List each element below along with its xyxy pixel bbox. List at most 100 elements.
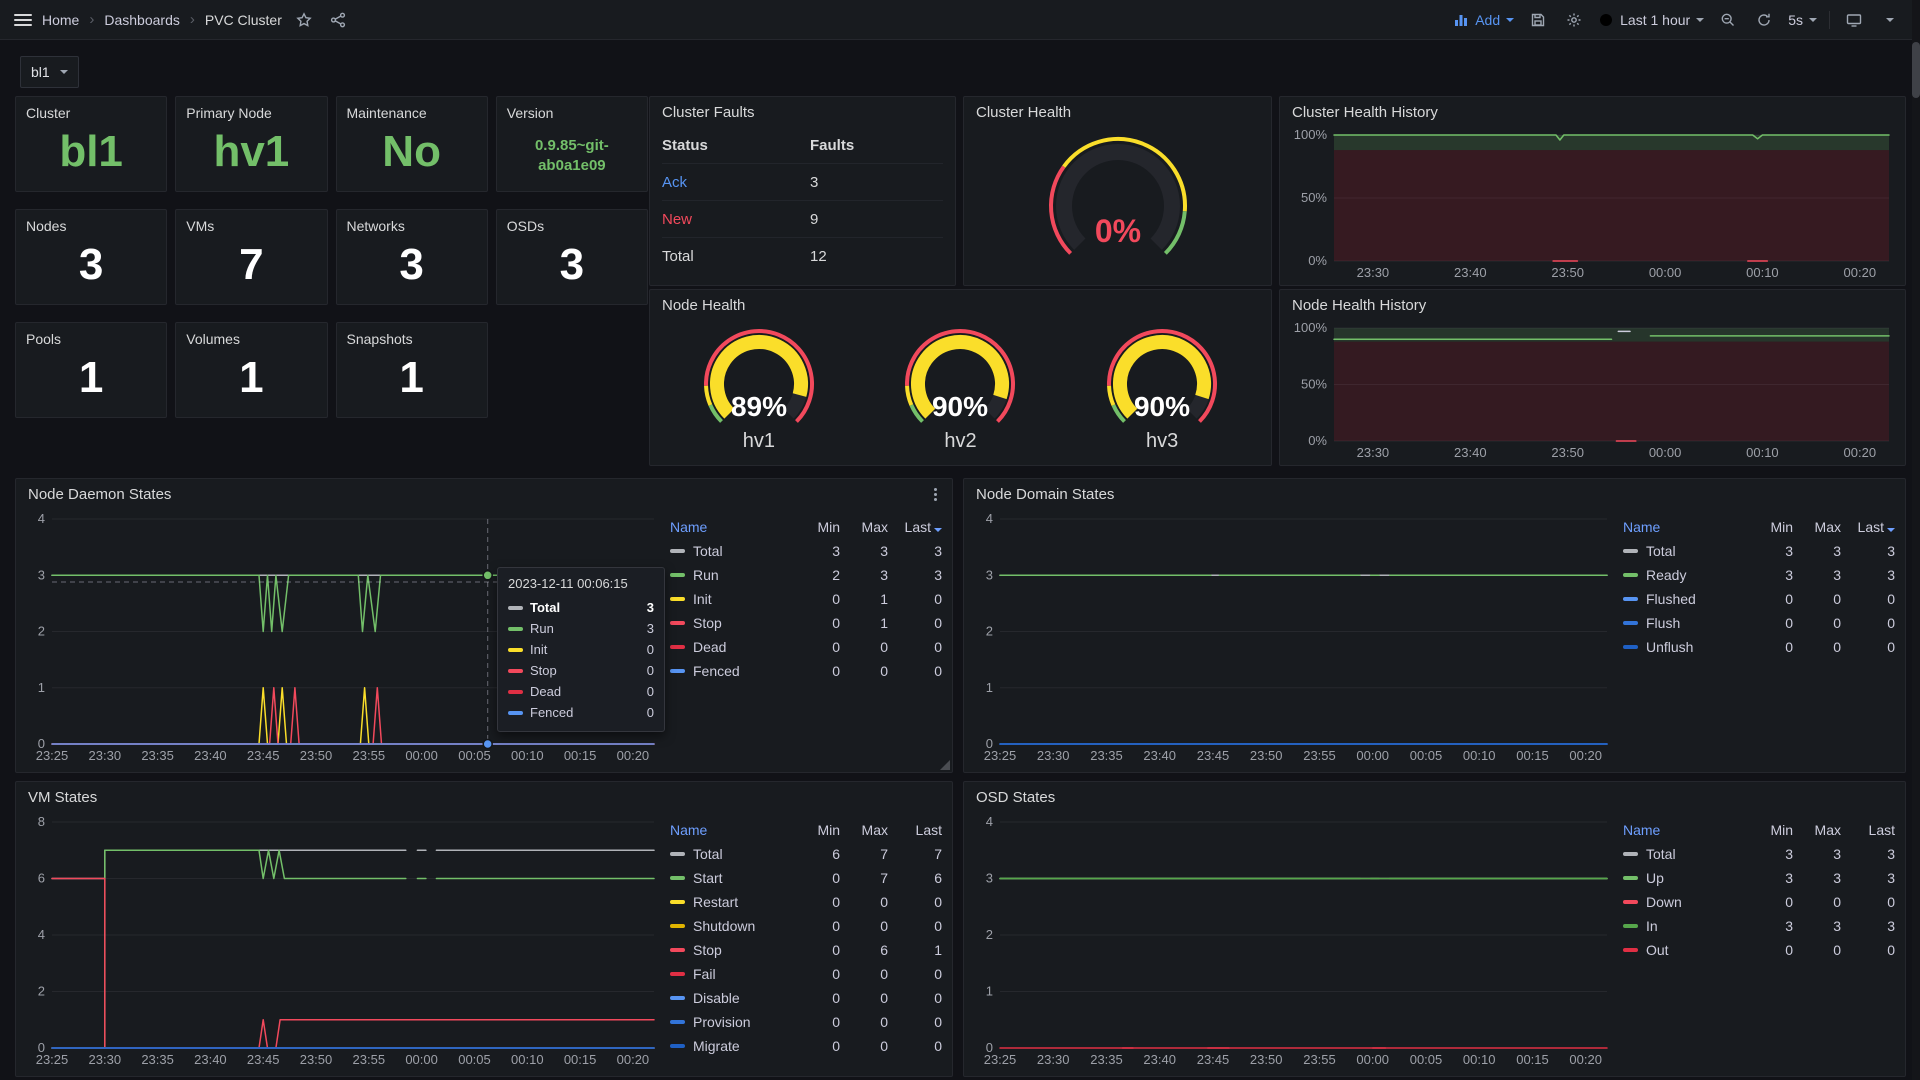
panel-title[interactable]: Node Domain States: [964, 479, 1905, 509]
breadcrumb-separator: ›: [89, 11, 94, 28]
legend-row-total[interactable]: Total677: [670, 842, 942, 866]
fault-status[interactable]: New: [662, 211, 810, 228]
tooltip-row-init: Init0: [508, 639, 654, 660]
legend-row-stop[interactable]: Stop061: [670, 938, 942, 962]
legend-row-unflush[interactable]: Unflush000: [1623, 635, 1895, 659]
panel-title[interactable]: Cluster Health History: [1280, 97, 1905, 127]
legend-col-last[interactable]: Last: [1841, 519, 1895, 535]
stat-panel-vms: VMs7: [175, 209, 327, 305]
svg-text:4: 4: [38, 511, 45, 526]
legend-row-down[interactable]: Down000: [1623, 890, 1895, 914]
legend-row-run[interactable]: Run233: [670, 563, 942, 587]
stat-title[interactable]: Version: [497, 97, 647, 121]
svg-text:50%: 50%: [1301, 190, 1327, 205]
svg-text:23:25: 23:25: [36, 748, 69, 763]
zoom-out-icon[interactable]: [1716, 8, 1740, 32]
panel-menu-icon[interactable]: [926, 485, 944, 503]
stat-panel-primary-node: Primary Nodehv1: [175, 96, 327, 192]
save-dashboard-icon[interactable]: [1526, 8, 1550, 32]
legend-col-min[interactable]: Min: [1745, 519, 1793, 535]
add-button[interactable]: Add: [1453, 12, 1514, 28]
legend-col-max[interactable]: Max: [1793, 822, 1841, 838]
panel-title[interactable]: Node Health: [650, 290, 1271, 320]
star-icon[interactable]: [292, 8, 316, 32]
gauge: 90%: [875, 326, 1045, 432]
refresh-icon[interactable]: [1752, 8, 1776, 32]
scrollbar-thumb[interactable]: [1912, 42, 1920, 98]
panel-title[interactable]: Node Daemon States: [16, 479, 952, 509]
legend-col-min[interactable]: Min: [792, 519, 840, 535]
menu-icon[interactable]: [14, 14, 32, 26]
chart-svg[interactable]: 0%50%100%23:3023:4023:5000:0000:1000:20: [1288, 320, 1897, 461]
vm-states-chart[interactable]: 0246823:2523:3023:3523:4023:4523:5023:55…: [22, 814, 662, 1068]
series-swatch: [1623, 621, 1638, 625]
legend-row-total[interactable]: Total333: [670, 539, 942, 563]
legend-node-daemon: NameMinMaxLastTotal333Run233Init010Stop0…: [670, 515, 942, 683]
cluster-health-history-chart[interactable]: 0%50%100%23:3023:4023:5000:0000:1000:20: [1288, 127, 1897, 281]
legend-row-up[interactable]: Up333: [1623, 866, 1895, 890]
legend-col-max[interactable]: Max: [1793, 519, 1841, 535]
legend-row-migrate[interactable]: Migrate000: [670, 1034, 942, 1058]
chart-svg[interactable]: 0123423:2523:3023:3523:4023:4523:5023:55…: [970, 511, 1615, 764]
chart-svg[interactable]: 0246823:2523:3023:3523:4023:4523:5023:55…: [22, 814, 662, 1068]
legend-row-total[interactable]: Total333: [1623, 539, 1895, 563]
legend-col-min[interactable]: Min: [792, 822, 840, 838]
chart-svg[interactable]: 0123423:2523:3023:3523:4023:4523:5023:55…: [970, 814, 1615, 1068]
panel-resize-handle[interactable]: [940, 760, 950, 770]
legend-col-max[interactable]: Max: [840, 822, 888, 838]
legend-row-shutdown[interactable]: Shutdown000: [670, 914, 942, 938]
scrollbar[interactable]: [1912, 0, 1920, 1080]
legend-row-init[interactable]: Init010: [670, 587, 942, 611]
svg-text:23:40: 23:40: [194, 1052, 227, 1067]
legend-row-stop[interactable]: Stop010: [670, 611, 942, 635]
refresh-interval-dropdown[interactable]: 5s: [1788, 12, 1817, 28]
panel-title[interactable]: Cluster Health: [964, 97, 1271, 127]
legend-row-provision[interactable]: Provision000: [670, 1010, 942, 1034]
legend-col-min[interactable]: Min: [1745, 822, 1793, 838]
collapse-chevron-icon[interactable]: [1878, 8, 1902, 32]
legend-row-ready[interactable]: Ready333: [1623, 563, 1895, 587]
panel-title[interactable]: Node Health History: [1280, 290, 1905, 320]
legend-node-domain: NameMinMaxLastTotal333Ready333Flushed000…: [1623, 515, 1895, 659]
node-health-history-chart[interactable]: 0%50%100%23:3023:4023:5000:0000:1000:20: [1288, 320, 1897, 461]
legend-row-dead[interactable]: Dead000: [670, 635, 942, 659]
node-domain-chart[interactable]: 0123423:2523:3023:3523:4023:4523:5023:55…: [970, 511, 1615, 764]
node-gauge-label: hv2: [944, 430, 976, 453]
time-range-picker[interactable]: Last 1 hour: [1598, 12, 1704, 28]
svg-text:00:10: 00:10: [1463, 748, 1496, 763]
chart-svg[interactable]: 0%50%100%23:3023:4023:5000:0000:1000:20: [1288, 127, 1897, 281]
legend-row-flushed[interactable]: Flushed000: [1623, 587, 1895, 611]
legend-col-last[interactable]: Last: [888, 822, 942, 838]
osd-states-chart[interactable]: 0123423:2523:3023:3523:4023:4523:5023:55…: [970, 814, 1615, 1068]
breadcrumb-dashboards[interactable]: Dashboards: [104, 12, 180, 28]
stat-value: 3: [16, 226, 166, 304]
fault-status[interactable]: Ack: [662, 174, 810, 191]
legend-row-start[interactable]: Start076: [670, 866, 942, 890]
legend-row-restart[interactable]: Restart000: [670, 890, 942, 914]
panel-title[interactable]: OSD States: [964, 782, 1905, 812]
legend-col-max[interactable]: Max: [840, 519, 888, 535]
panel-title[interactable]: VM States: [16, 782, 952, 812]
share-icon[interactable]: [326, 8, 350, 32]
legend-row-flush[interactable]: Flush000: [1623, 611, 1895, 635]
legend-header: NameMinMaxLast: [670, 818, 942, 842]
legend-row-fail[interactable]: Fail000: [670, 962, 942, 986]
stat-panel-version: Version0.9.85~git-ab0a1e09: [496, 96, 648, 192]
tooltip-row-dead: Dead0: [508, 681, 654, 702]
variable-dropdown-bl1[interactable]: bl1: [20, 56, 79, 88]
legend-row-in[interactable]: In333: [1623, 914, 1895, 938]
svg-text:00:00: 00:00: [405, 1052, 438, 1067]
legend-row-out[interactable]: Out000: [1623, 938, 1895, 962]
svg-text:00:20: 00:20: [1844, 265, 1877, 280]
panel-title[interactable]: Cluster Faults: [650, 97, 955, 127]
settings-gear-icon[interactable]: [1562, 8, 1586, 32]
legend-row-fenced[interactable]: Fenced000: [670, 659, 942, 683]
breadcrumb-home[interactable]: Home: [42, 12, 79, 28]
legend-col-last[interactable]: Last: [888, 519, 942, 535]
legend-row-disable[interactable]: Disable000: [670, 986, 942, 1010]
legend-col-last[interactable]: Last: [1841, 822, 1895, 838]
kiosk-monitor-icon[interactable]: [1842, 8, 1866, 32]
svg-text:23:35: 23:35: [1090, 1052, 1123, 1067]
svg-text:23:25: 23:25: [984, 748, 1017, 763]
legend-row-total[interactable]: Total333: [1623, 842, 1895, 866]
